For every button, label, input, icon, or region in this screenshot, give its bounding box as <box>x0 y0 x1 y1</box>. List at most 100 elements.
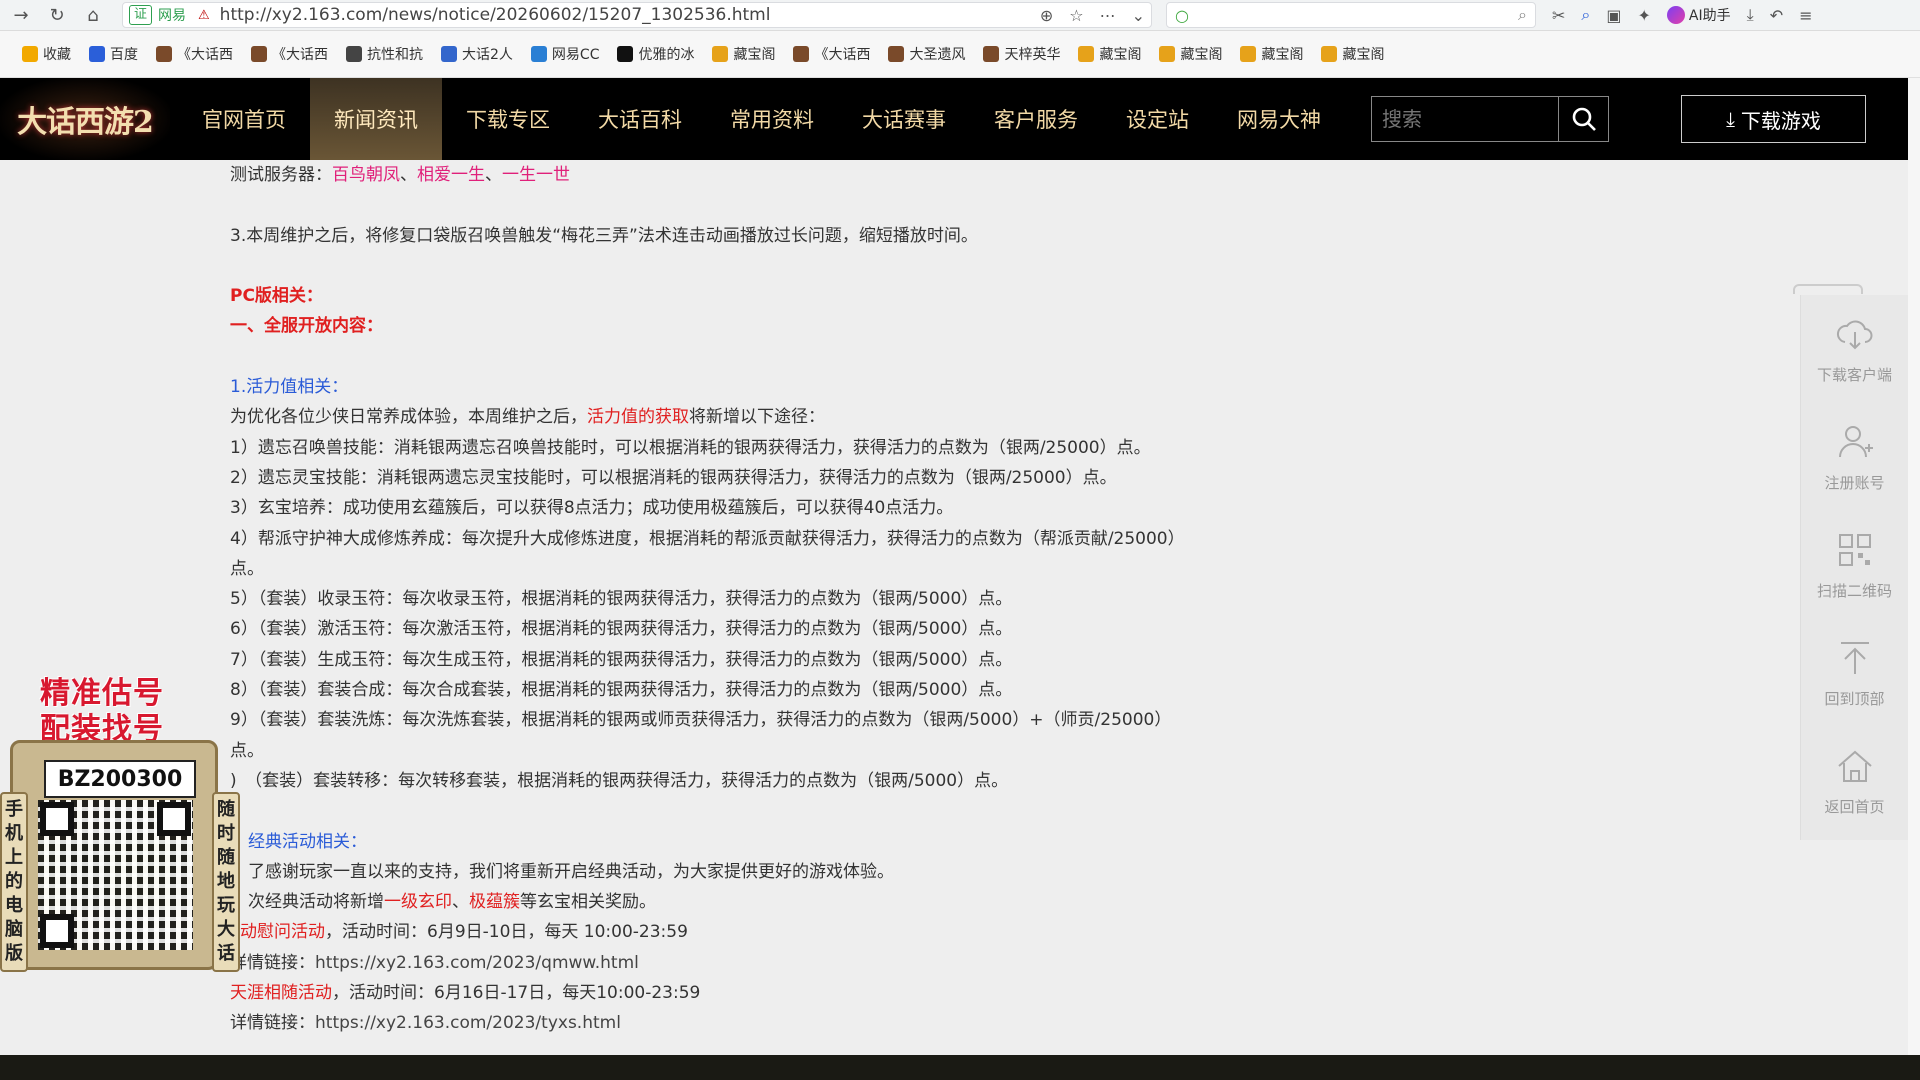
nav-item[interactable]: 新闻资讯 <box>310 78 442 160</box>
right-sidebar: 下载客户端 注册账号 扫描二维码 回到顶部 返回首页 <box>1800 295 1908 840</box>
undo-icon[interactable]: ↶ <box>1770 6 1783 25</box>
vitality-link[interactable]: 活力值的获取 <box>587 407 689 427</box>
classic-line2: 次经典活动将新增一级玄印、极蕴簇等玄宝相关奖励。 <box>248 892 656 913</box>
bookmark-item[interactable]: 优雅的冰 <box>617 44 694 64</box>
back-icon[interactable]: → <box>6 0 36 30</box>
home-icon[interactable]: ⌂ <box>78 0 108 30</box>
event2-url[interactable]: https://xy2.163.com/2023/tyxs.html <box>315 1013 621 1033</box>
bookmark-icon <box>441 46 457 62</box>
ai-assistant-button[interactable]: AI助手 <box>1666 5 1731 25</box>
site-name: 网易 <box>158 8 187 24</box>
bookmark-item[interactable]: 藏宝阁 <box>1159 44 1222 64</box>
nav-item[interactable]: 大话百科 <box>574 78 706 160</box>
event1-link[interactable]: 动慰问活动 <box>240 922 325 942</box>
scrollbar[interactable] <box>1908 78 1920 1055</box>
bookmarks-bar: 收藏 百度 《大话西 《大话西 抗性和抗 大话2人 网易CC 优雅的冰 藏宝阁 《大话西 大圣遗风天… <box>0 31 1920 78</box>
nav-item[interactable]: 设定站 <box>1102 78 1213 160</box>
left-ad[interactable]: 精准估号 配装找号 手机上的电脑版 随时随地玩大话 BZ200300 <box>0 670 240 1010</box>
footer-strip <box>0 1055 1920 1080</box>
bookmark-icon <box>89 46 105 62</box>
reload-icon[interactable]: ↻ <box>42 0 72 30</box>
browser-search-box[interactable]: ○ ⌕ <box>1166 2 1536 28</box>
cert-badge: 证 <box>129 5 153 25</box>
bookmark-item[interactable]: 百度 <box>89 44 138 64</box>
classic-title: 经典活动相关： <box>248 831 367 852</box>
vitality-line: 8）（套装）套装合成：每次合成套装，根据消耗的银两获得活力，获得活力的点数为（银… <box>230 680 1013 701</box>
pc-section-title: PC版相关： <box>230 286 323 307</box>
bookmark-item[interactable]: 《大话西 <box>251 44 328 64</box>
ai-label: AI助手 <box>1688 8 1731 24</box>
site-search <box>1371 96 1609 142</box>
server-link[interactable]: 百鸟朝凤 <box>332 165 400 185</box>
url-text[interactable]: http://xy2.163.com/news/notice/20260602/… <box>220 5 1040 25</box>
sidebar-item[interactable]: 注册账号 <box>1801 403 1908 511</box>
search-icon[interactable]: ⌕ <box>1518 5 1527 25</box>
site-search-input[interactable] <box>1372 97 1558 141</box>
vitality-line: 点。 <box>230 558 264 579</box>
event1-url[interactable]: https://xy2.163.com/2023/qmww.html <box>315 953 639 973</box>
bookmark-item[interactable]: 大圣遗风 <box>888 44 965 64</box>
home-icon <box>1835 746 1875 790</box>
download-game-button[interactable]: ⤓ 下载游戏 <box>1681 95 1866 143</box>
sidebar-item[interactable]: 返回首页 <box>1801 727 1908 835</box>
server-link[interactable]: 一生一世 <box>502 165 570 185</box>
search-engine-icon: ○ <box>1175 5 1189 25</box>
bookmark-item[interactable]: 天梓英华 <box>983 44 1060 64</box>
address-bar[interactable]: 证 网易 ⚠ http://xy2.163.com/news/notice/20… <box>122 2 1152 28</box>
vitality-line: 3）玄宝培养：成功使用玄蕴簇后，可以获得8点活力；成功使用极蕴簇后，可以获得40… <box>230 498 954 519</box>
insecure-icon[interactable]: ⚠ <box>198 8 210 23</box>
bookmark-item[interactable]: 大话2人 <box>441 44 513 64</box>
browser-toolbar: → ↻ ⌂ 证 网易 ⚠ http://xy2.163.com/news/not… <box>0 0 1920 31</box>
ad-left-text: 手机上的电脑版 <box>0 792 28 972</box>
event2-link[interactable]: 天涯相随活动 <box>230 983 332 1003</box>
vitality-line: 7）（套装）生成玉符：每次生成玉符，根据消耗的银两获得活力，获得活力的点数为（银… <box>230 649 1013 670</box>
bookmark-item[interactable]: 《大话西 <box>793 44 870 64</box>
qr-icon <box>1835 530 1875 574</box>
game-logo[interactable]: 大话西游2 <box>0 78 170 160</box>
nav-item[interactable]: 网易大神 <box>1213 78 1345 160</box>
event2-line: 天涯相随活动，活动时间：6月16日-17日，每天10:00-23:59 <box>230 983 701 1004</box>
bookmark-item[interactable]: 藏宝阁 <box>1321 44 1384 64</box>
sidebar-item[interactable]: 回到顶部 <box>1801 619 1908 727</box>
event1-detail: 详情链接：https://xy2.163.com/2023/qmww.html <box>230 952 639 973</box>
sidebar-tab <box>1793 284 1863 294</box>
bookmark-item[interactable]: 藏宝阁 <box>1078 44 1141 64</box>
bookmark-item[interactable]: 收藏 <box>22 44 71 64</box>
bookmark-item[interactable]: 《大话西 <box>156 44 233 64</box>
star-icon[interactable]: ☆ <box>1069 6 1083 25</box>
article-content: 测试服务器：百鸟朝凤、相爱一生、一生一世 3.本周维护之后，将修复口袋版召唤兽触… <box>230 160 1280 1039</box>
nav-item[interactable]: 客户服务 <box>970 78 1102 160</box>
cloud-download-icon <box>1835 314 1875 358</box>
window-icon[interactable]: ▣ <box>1606 6 1621 25</box>
sidebar-item[interactable]: 下载客户端 <box>1801 295 1908 403</box>
download-icon[interactable]: ⤓ <box>1747 5 1754 25</box>
magnifier-icon[interactable]: ⌕ <box>1581 5 1590 25</box>
location-icon[interactable]: ⊕ <box>1040 6 1053 25</box>
scissors-icon[interactable]: ✂ <box>1552 6 1565 25</box>
more-icon[interactable]: ⋯ <box>1100 6 1116 25</box>
bookmark-icon <box>617 46 634 62</box>
bookmark-item[interactable]: 藏宝阁 <box>712 44 775 64</box>
reward-link[interactable]: 极蕴簇 <box>469 892 520 912</box>
nav-item[interactable]: 官网首页 <box>178 78 310 160</box>
classic-line1: 了感谢玩家一直以来的支持，我们将重新开启经典活动，为大家提供更好的游戏体验。 <box>248 861 894 882</box>
vitality-line: ) （套装）套装转移：每次转移套装，根据消耗的银两获得活力，获得活力的点数为（银… <box>230 770 1009 791</box>
bookmark-item[interactable]: 网易CC <box>530 44 599 64</box>
nav-item[interactable]: 下载专区 <box>442 78 574 160</box>
bookmark-icon <box>530 46 547 62</box>
download-arrow-icon: ⤓ <box>1726 107 1735 131</box>
nav-item[interactable]: 大话赛事 <box>838 78 970 160</box>
reward-link[interactable]: 一级玄印 <box>384 892 452 912</box>
nav-item[interactable]: 常用资料 <box>706 78 838 160</box>
extension-icon[interactable]: ✦ <box>1638 6 1651 25</box>
bookmark-item[interactable]: 抗性和抗 <box>346 44 423 64</box>
menu-icon[interactable]: ≡ <box>1799 6 1812 25</box>
sidebar-item[interactable]: 扫描二维码 <box>1801 511 1908 619</box>
chevron-down-icon[interactable]: ⌄ <box>1132 6 1145 25</box>
vitality-line: 9）（套装）套装洗炼：每次洗炼套装，根据消耗的银两或师贡获得活力，获得活力的点数… <box>230 710 1172 731</box>
server-link[interactable]: 相爱一生 <box>417 165 485 185</box>
site-search-button[interactable] <box>1558 97 1608 141</box>
vitality-line: 6）（套装）激活玉符：每次激活玉符，根据消耗的银两获得活力，获得活力的点数为（银… <box>230 619 1013 640</box>
bookmark-icon <box>1240 46 1257 62</box>
bookmark-item[interactable]: 藏宝阁 <box>1240 44 1303 64</box>
